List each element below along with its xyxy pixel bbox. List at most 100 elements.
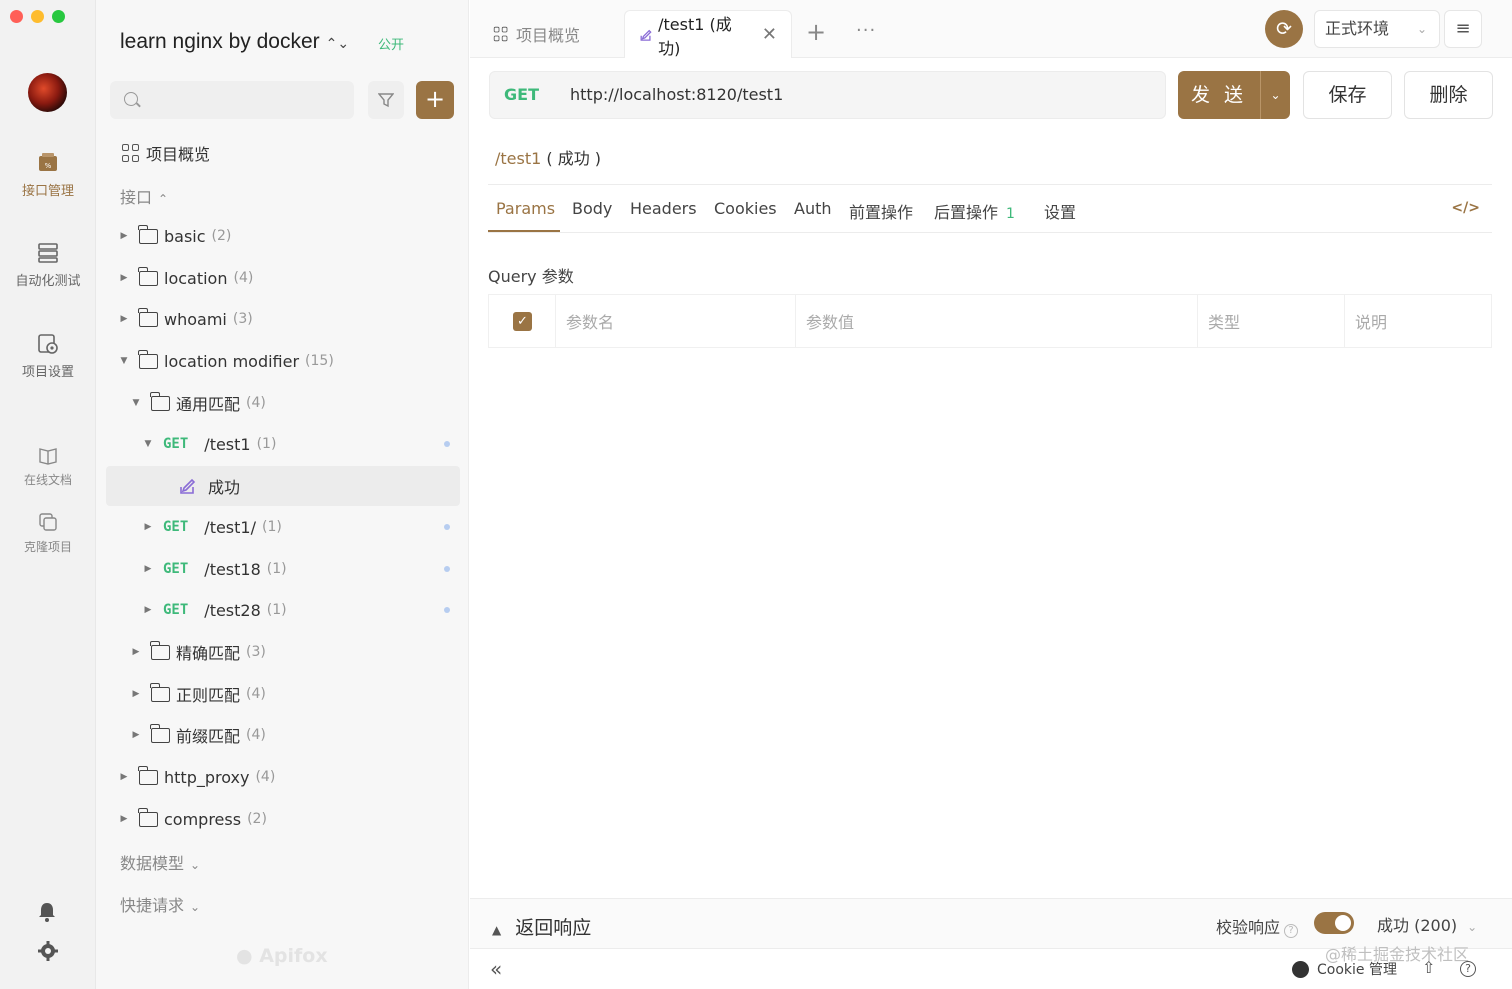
tree-api-test1[interactable]: ▼ GET /test1 (1) xyxy=(106,424,460,464)
filter-button[interactable] xyxy=(368,81,404,119)
add-button[interactable]: + xyxy=(416,81,454,119)
validate-toggle[interactable] xyxy=(1314,912,1354,934)
minimize-window-button[interactable] xyxy=(31,10,44,23)
caret-right-icon: ▶ xyxy=(132,689,140,699)
tree-api-test18[interactable]: ▶ GET /test18 (1) xyxy=(106,549,460,589)
send-dropdown-icon[interactable]: ⌄ xyxy=(1261,71,1290,119)
active-tab-underline xyxy=(488,230,560,232)
tree-api-test28[interactable]: ▶ GET /test28 (1) xyxy=(106,590,460,630)
rail-label: 项目设置 xyxy=(21,365,74,380)
quick-request-section-header[interactable]: 快捷请求 ⌄ xyxy=(120,892,200,916)
send-button[interactable]: 发 送 ⌄ xyxy=(1178,71,1290,119)
url-input[interactable]: http://localhost:8120/test1 xyxy=(570,85,783,104)
rail-label: 自动化测试 xyxy=(15,274,81,289)
test-case-icon xyxy=(640,29,652,41)
request-tabs: Params Body Headers Cookies Auth 前置操作 后置… xyxy=(488,184,1492,233)
folder-name: whoami xyxy=(164,309,227,329)
folder-count: (4) xyxy=(233,270,254,286)
data-model-section-header[interactable]: 数据模型 ⌄ xyxy=(120,850,200,874)
search-input[interactable] xyxy=(110,81,354,119)
folder-name: 精确匹配 xyxy=(176,644,241,663)
tree-folder-exact-match[interactable]: ▶ 精确匹配 (3) xyxy=(106,632,460,672)
rail-label: 在线文档 xyxy=(23,473,72,487)
cookie-manager-button[interactable]: Cookie 管理 xyxy=(1292,959,1397,979)
project-settings-icon xyxy=(38,334,58,354)
caret-right-icon: ▶ xyxy=(132,730,140,740)
save-button[interactable]: 保存 xyxy=(1303,71,1392,119)
collapse-sidebar-icon[interactable]: « xyxy=(490,957,502,981)
grid-icon xyxy=(493,26,508,41)
tab-headers[interactable]: Headers xyxy=(630,199,697,218)
folder-name: 通用匹配 xyxy=(176,395,241,414)
method-select[interactable]: GET xyxy=(504,85,539,104)
method-badge: GET xyxy=(163,561,189,577)
more-tabs-button[interactable]: ··· xyxy=(856,20,876,41)
response-toggle[interactable]: ▲ 返回响应 xyxy=(492,913,591,940)
select-all-checkbox[interactable]: ✓ xyxy=(489,295,556,347)
tree-case-success[interactable]: 成功 xyxy=(106,466,460,506)
tab-settings[interactable]: 设置 xyxy=(1044,199,1076,223)
tree-folder-prefix-match[interactable]: ▶ 前缀匹配 (4) xyxy=(106,715,460,755)
delete-button[interactable]: 删除 xyxy=(1404,71,1493,119)
check-icon: ✓ xyxy=(513,311,532,331)
section-label: 快捷请求 xyxy=(120,896,185,915)
avatar[interactable] xyxy=(28,73,67,112)
tree-folder-location-modifier[interactable]: ▼ location modifier (15) xyxy=(106,341,460,381)
sidebar-item-overview[interactable]: 项目概览 xyxy=(122,141,210,165)
new-tab-button[interactable]: + xyxy=(806,18,826,46)
bell-icon[interactable] xyxy=(38,902,56,922)
book-icon xyxy=(39,448,57,465)
code-icon[interactable]: </> xyxy=(1451,200,1480,216)
tree-folder-compress[interactable]: ▶ compress (2) xyxy=(106,799,460,839)
folder-name: basic xyxy=(164,226,206,246)
rail-item-clone-project[interactable]: 克隆项目 xyxy=(0,512,96,555)
tab-pre-ops[interactable]: 前置操作 xyxy=(849,199,913,223)
tree-folder-http-proxy[interactable]: ▶ http_proxy (4) xyxy=(106,757,460,797)
maximize-window-button[interactable] xyxy=(52,10,65,23)
main-panel: 项目概览 /test1 (成功) ✕ + ··· ⟳ 正式环境 ⌄ ≡ GET … xyxy=(470,0,1512,989)
close-window-button[interactable] xyxy=(10,10,23,23)
rail-item-project-settings[interactable]: 项目设置 xyxy=(0,333,96,380)
response-select[interactable]: 成功 (200) ⌄ xyxy=(1377,912,1477,936)
tab-post-ops[interactable]: 后置操作 1 xyxy=(934,199,1015,223)
folder-count: (4) xyxy=(246,727,266,743)
url-bar[interactable]: GET http://localhost:8120/test1 xyxy=(489,71,1166,119)
case-name: 成功 xyxy=(208,478,241,497)
theme-icon[interactable]: ⇧ xyxy=(1422,958,1435,977)
column-type: 类型 xyxy=(1198,295,1345,347)
send-label: 发 送 xyxy=(1190,84,1248,106)
project-switcher[interactable]: learn nginx by docker ⌃⌄ xyxy=(120,30,349,54)
rail-item-online-docs[interactable]: 在线文档 xyxy=(0,445,96,488)
clone-icon xyxy=(39,513,57,531)
tab-body[interactable]: Body xyxy=(572,199,612,218)
tab-cookies[interactable]: Cookies xyxy=(714,199,777,218)
folder-count: (4) xyxy=(246,686,266,702)
tab-params[interactable]: Params xyxy=(496,199,555,218)
tab-auth[interactable]: Auth xyxy=(794,199,832,218)
api-count: (1) xyxy=(256,436,277,452)
tree-api-test1-slash[interactable]: ▶ GET /test1/ (1) xyxy=(106,507,460,547)
tab-overview[interactable]: 项目概览 xyxy=(478,10,594,58)
tree-folder-regex-match[interactable]: ▶ 正则匹配 (4) xyxy=(106,674,460,714)
tab-test1-success[interactable]: /test1 (成功) ✕ xyxy=(624,10,792,58)
help-icon[interactable]: ? xyxy=(1460,961,1476,977)
tree-folder-whoami[interactable]: ▶ whoami (3) xyxy=(106,299,460,339)
tree-folder-general-match[interactable]: ▼ 通用匹配 (4) xyxy=(106,383,460,423)
gear-icon[interactable] xyxy=(38,941,58,961)
menu-button[interactable]: ≡ xyxy=(1444,10,1482,48)
project-title: learn nginx by docker xyxy=(120,30,320,53)
tree-folder-basic[interactable]: ▶ basic (2) xyxy=(106,216,460,256)
api-section-header[interactable]: 接口 ⌃ xyxy=(120,184,168,208)
close-tab-icon[interactable]: ✕ xyxy=(762,24,777,45)
environment-select[interactable]: 正式环境 ⌄ xyxy=(1314,10,1440,48)
rail-item-api-manage[interactable]: % 接口管理 xyxy=(0,152,96,199)
caret-down-icon: ▼ xyxy=(120,356,128,366)
environment-label: 正式环境 xyxy=(1325,19,1390,38)
tree-folder-location[interactable]: ▶ location (4) xyxy=(106,258,460,298)
sidebar: learn nginx by docker ⌃⌄ 公开 + 项目概览 接口 ⌃ ▶ … xyxy=(96,0,469,989)
window-controls xyxy=(10,10,65,23)
rail-item-automation[interactable]: 自动化测试 xyxy=(0,242,96,289)
env-sync-button[interactable]: ⟳ xyxy=(1265,10,1303,48)
help-icon[interactable]: ? xyxy=(1284,924,1299,938)
caret-right-icon: ▶ xyxy=(120,772,128,782)
